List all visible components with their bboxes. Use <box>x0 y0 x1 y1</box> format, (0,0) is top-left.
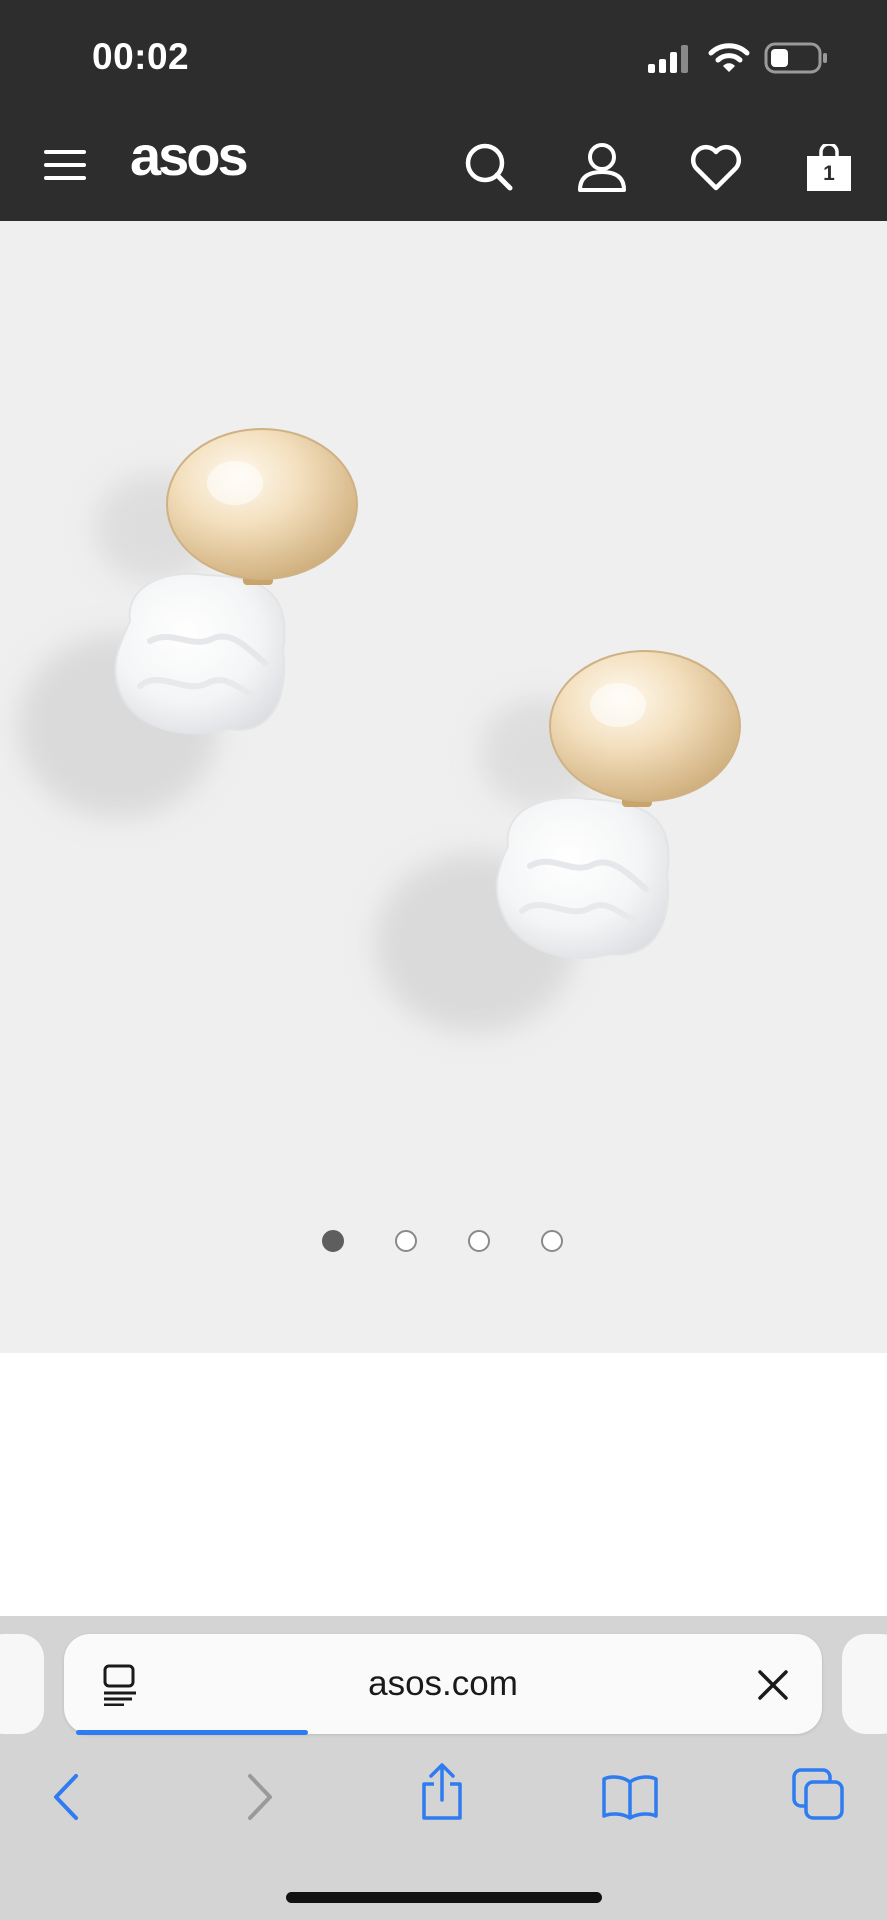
address-bar[interactable]: asos.com <box>64 1634 822 1734</box>
account-icon[interactable] <box>576 142 628 194</box>
gallery-dot[interactable] <box>322 1230 344 1252</box>
heart-icon[interactable] <box>690 144 742 192</box>
gallery-dot[interactable] <box>541 1230 563 1252</box>
wifi-icon <box>708 43 750 72</box>
browser-toolbar: asos.com <box>0 1616 887 1920</box>
tabs-icon[interactable] <box>790 1766 846 1822</box>
forward-icon[interactable] <box>244 1772 274 1822</box>
gallery-dot[interactable] <box>468 1230 490 1252</box>
asos-logo[interactable]: asos <box>130 128 249 184</box>
page-load-progress <box>76 1730 308 1735</box>
back-icon[interactable] <box>52 1772 82 1822</box>
bookmarks-icon[interactable] <box>600 1772 660 1820</box>
bag-icon[interactable]: 1 <box>806 144 852 192</box>
status-bar: 00:02 <box>0 0 887 118</box>
gallery-pagination <box>0 1228 887 1254</box>
gallery-dot[interactable] <box>395 1230 417 1252</box>
cart-count-badge: 1 <box>823 162 835 185</box>
battery-icon <box>764 42 827 74</box>
site-header: asos 1 <box>0 118 887 221</box>
menu-icon[interactable] <box>44 146 88 186</box>
previous-tab-preview[interactable] <box>0 1634 44 1734</box>
share-icon[interactable] <box>418 1762 466 1822</box>
search-icon[interactable] <box>464 142 514 192</box>
product-image <box>18 428 741 1033</box>
status-time: 00:02 <box>92 36 190 77</box>
product-image-gallery[interactable] <box>0 221 887 1353</box>
signal-icon <box>648 45 688 73</box>
next-tab-preview[interactable] <box>842 1634 887 1734</box>
close-icon[interactable] <box>758 1670 788 1700</box>
url-text[interactable]: asos.com <box>64 1634 822 1734</box>
home-indicator <box>286 1892 602 1903</box>
